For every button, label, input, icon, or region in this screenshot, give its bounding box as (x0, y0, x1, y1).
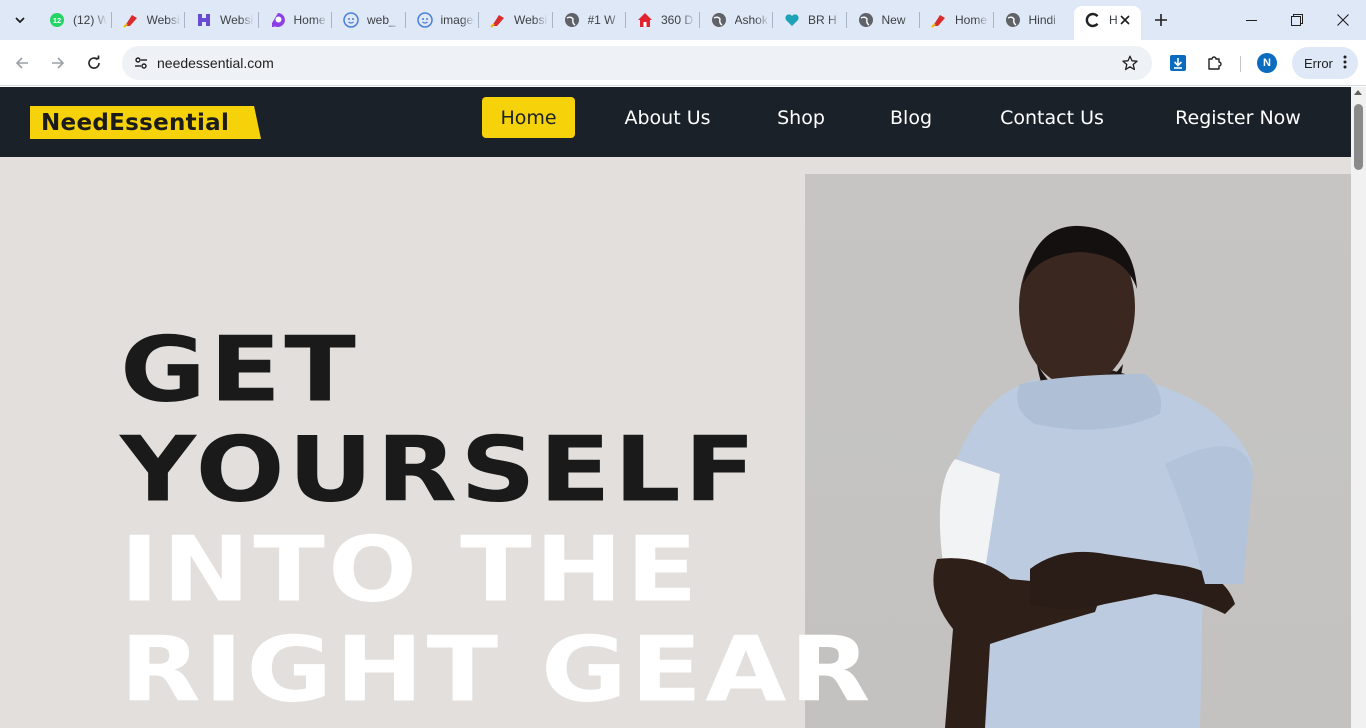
new-tab-button[interactable] (1151, 10, 1171, 30)
more-vert-icon (1343, 55, 1347, 72)
error-button[interactable]: Error (1292, 47, 1358, 79)
elementor-red-icon (931, 12, 947, 28)
error-label: Error (1304, 55, 1333, 71)
tab-title: Website (220, 13, 254, 27)
nav-register-now[interactable]: Register Now (1154, 97, 1322, 138)
globe-icon (711, 12, 727, 28)
tab-search-button[interactable] (8, 8, 32, 32)
tab-title: (12) WhatsApp (73, 13, 107, 27)
arrow-right-icon (52, 57, 65, 69)
bookmark-button[interactable] (1120, 53, 1140, 73)
tab-title: #1 W (587, 13, 616, 27)
close-icon (1120, 15, 1130, 25)
purple-swirl-icon (270, 12, 286, 28)
hero-headline-line-2: YOURSELF (120, 416, 759, 523)
tab-title: Home (955, 13, 988, 27)
close-icon (1337, 14, 1349, 26)
tab-4[interactable]: Home (259, 6, 331, 34)
elementor-red-icon (122, 12, 139, 28)
tab-title: web_ (367, 13, 396, 27)
site-logo[interactable]: NeedEssential (30, 106, 261, 139)
tab-active[interactable]: H (1074, 6, 1141, 40)
tab-title: images (440, 13, 475, 27)
tab-12[interactable]: New (847, 6, 919, 34)
elementor-red-icon (490, 12, 506, 28)
tab-11[interactable]: BR H (773, 6, 845, 34)
face-icon (416, 12, 433, 28)
tab-strip: 12 (12) WhatsApp Website Website Home web_ ima… (0, 0, 1366, 40)
chevron-down-icon (15, 17, 25, 24)
arrow-left-icon (15, 57, 28, 69)
address-bar[interactable]: needessential.com (122, 46, 1152, 80)
minimize-button[interactable] (1228, 0, 1274, 40)
web-page: NeedEssential Home About Us Shop Blog Co… (0, 87, 1351, 728)
nav-contact-us[interactable]: Contact Us (980, 97, 1124, 138)
reload-icon (88, 55, 100, 69)
house-icon (637, 12, 653, 28)
star-icon (1122, 55, 1138, 71)
nav-shop[interactable]: Shop (760, 97, 842, 138)
reload-button[interactable] (80, 49, 108, 77)
downloads-button[interactable] (1164, 49, 1192, 77)
hero-headline-line-3: INTO THE (120, 516, 701, 623)
back-button[interactable] (8, 49, 36, 77)
globe-icon (564, 12, 580, 28)
tab-8[interactable]: #1 W (553, 6, 625, 34)
tab-title: BR H (808, 13, 837, 27)
profile-avatar[interactable]: N (1257, 53, 1277, 73)
tab-14[interactable]: Hindi (994, 6, 1066, 34)
tune-icon (135, 57, 147, 69)
hero-headline-line-1: GET (120, 316, 359, 423)
loading-c-icon (1085, 12, 1101, 28)
scroll-up-arrow-icon[interactable] (1354, 90, 1362, 95)
scroll-thumb[interactable] (1354, 104, 1363, 170)
tab-2[interactable]: Website (112, 6, 184, 34)
tab-title: 360 D (661, 13, 694, 27)
nav-about-us[interactable]: About Us (605, 97, 730, 138)
tab-5[interactable]: web_ (332, 6, 404, 34)
restore-button[interactable] (1274, 0, 1320, 40)
tab-title: New (881, 13, 906, 27)
close-window-button[interactable] (1320, 0, 1366, 40)
globe-icon (1005, 12, 1021, 28)
hero-model-photo (805, 174, 1351, 728)
url-text: needessential.com (157, 55, 274, 71)
tab-1[interactable]: 12 (12) WhatsApp (38, 6, 110, 34)
globe-icon (858, 12, 874, 28)
tab-title: Ashok (734, 13, 768, 27)
tab-title: Website (146, 13, 181, 27)
heart-icon (784, 12, 800, 28)
tab-title: Home (293, 13, 326, 27)
toolbar-divider (1240, 56, 1241, 72)
hero-headline-line-4: RIGHT GEAR (120, 616, 874, 723)
nav-blog[interactable]: Blog (872, 97, 950, 138)
browser-toolbar: needessential.com N Error (0, 40, 1366, 86)
restore-icon (1291, 14, 1303, 26)
site-info-button[interactable] (128, 50, 154, 76)
h-logo-icon (196, 12, 212, 28)
forward-button[interactable] (44, 49, 72, 77)
tab-9[interactable]: 360 D (626, 6, 698, 34)
svg-text:12: 12 (53, 16, 61, 25)
tab-7[interactable]: Website (479, 6, 551, 34)
download-icon (1170, 55, 1186, 71)
whatsapp-icon: 12 (49, 12, 65, 28)
puzzle-icon (1208, 56, 1222, 70)
minimize-icon (1245, 19, 1257, 21)
tab-10[interactable]: Ashok (700, 6, 772, 34)
extensions-button[interactable] (1201, 49, 1229, 77)
site-header: NeedEssential Home About Us Shop Blog Co… (0, 87, 1351, 157)
plus-icon (1155, 14, 1167, 26)
tab-title: Hindi (1028, 13, 1056, 27)
tab-6[interactable]: images (406, 6, 478, 34)
face-icon (343, 12, 359, 28)
close-tab-button[interactable] (1117, 12, 1133, 28)
tab-3[interactable]: Website (185, 6, 257, 34)
tab-13[interactable]: Home (920, 6, 992, 34)
tab-title: Website (514, 13, 548, 27)
page-scrollbar[interactable] (1351, 87, 1366, 728)
nav-home[interactable]: Home (482, 97, 575, 138)
